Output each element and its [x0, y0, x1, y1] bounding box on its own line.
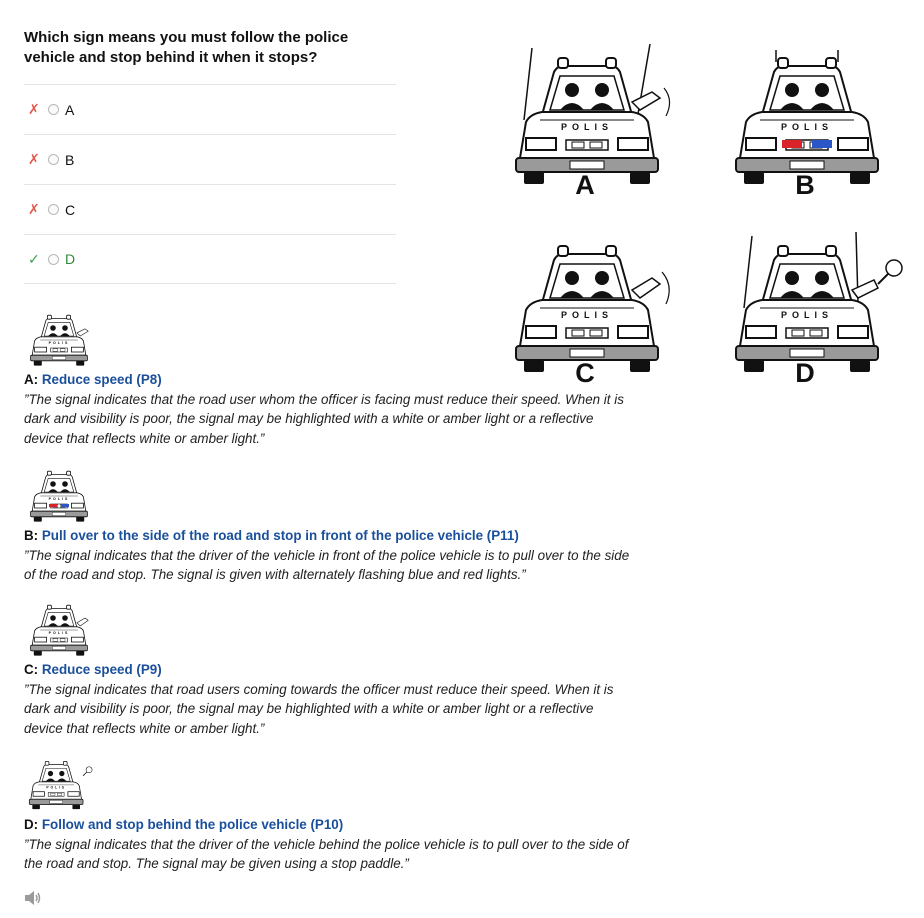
- explanation-a: A: Reduce speed (P8) ”The signal indicat…: [24, 308, 634, 448]
- explanation-letter: B:: [24, 528, 39, 543]
- speaker-icon[interactable]: [24, 890, 42, 906]
- radio-button-d[interactable]: [48, 253, 59, 265]
- option-b[interactable]: ✗ B: [24, 134, 396, 184]
- option-label-a: A: [65, 101, 75, 118]
- explanation-heading: D: Follow and stop behind the police veh…: [24, 815, 634, 835]
- figure-label-a: A: [575, 170, 595, 200]
- explanation-title-link[interactable]: Reduce speed (P8): [42, 372, 162, 387]
- wrong-mark-icon: ✗: [28, 101, 40, 117]
- explanation-d: D: Follow and stop behind the police veh…: [24, 753, 634, 874]
- explanation-title-link[interactable]: Reduce speed (P9): [42, 662, 162, 677]
- option-c[interactable]: ✗ C: [24, 184, 396, 234]
- explanation-heading: B: Pull over to the side of the road and…: [24, 526, 634, 546]
- thumbnail-figure-b: [30, 470, 88, 522]
- radio-button-a[interactable]: [48, 104, 59, 115]
- explanation-title-link[interactable]: Pull over to the side of the road and st…: [42, 528, 519, 543]
- figure-label-d: D: [795, 358, 815, 388]
- option-d[interactable]: ✓ D: [24, 234, 396, 284]
- figure-label-b: B: [795, 170, 815, 200]
- police-car-figure-d: [735, 231, 903, 373]
- answer-options: ✗ A ✗ B ✗ C ✓ D: [24, 84, 396, 284]
- wrong-mark-icon: ✗: [28, 151, 40, 167]
- explanation-text: ”The signal indicates that the driver of…: [24, 836, 629, 872]
- thumbnail-figure-c: [30, 604, 89, 656]
- explanation-letter: A:: [24, 372, 39, 387]
- radio-button-b[interactable]: [48, 154, 59, 165]
- correct-mark-icon: ✓: [28, 250, 40, 267]
- explanation-letter: C:: [24, 662, 39, 677]
- explanation-text: ”The signal indicates that the road user…: [24, 391, 624, 446]
- explanation-c: C: Reduce speed (P9) ”The signal indicat…: [24, 598, 634, 738]
- thumbnail-figure-d: [28, 761, 93, 810]
- option-label-d: D: [65, 251, 76, 267]
- police-car-figure-a: [515, 43, 671, 185]
- radio-button-c[interactable]: [48, 204, 59, 215]
- explanation-text: ”The signal indicates that the driver of…: [24, 547, 630, 583]
- explanation-text: ”The signal indicates that road users co…: [24, 681, 614, 736]
- explanation-b: B: Pull over to the side of the road and…: [24, 464, 634, 585]
- explanation-heading: A: Reduce speed (P8): [24, 370, 634, 390]
- explanation-heading: C: Reduce speed (P9): [24, 660, 634, 680]
- thumbnail-figure-a: [30, 314, 89, 367]
- explanation-title-link[interactable]: Follow and stop behind the police vehicl…: [42, 817, 343, 832]
- option-label-c: C: [65, 201, 76, 218]
- wrong-mark-icon: ✗: [28, 201, 40, 217]
- option-a[interactable]: ✗ A: [24, 84, 396, 134]
- explanation-letter: D:: [24, 817, 39, 832]
- question-text: Which sign means you must follow the pol…: [24, 29, 349, 66]
- police-car-figure-b: [735, 50, 879, 185]
- option-label-b: B: [65, 151, 75, 168]
